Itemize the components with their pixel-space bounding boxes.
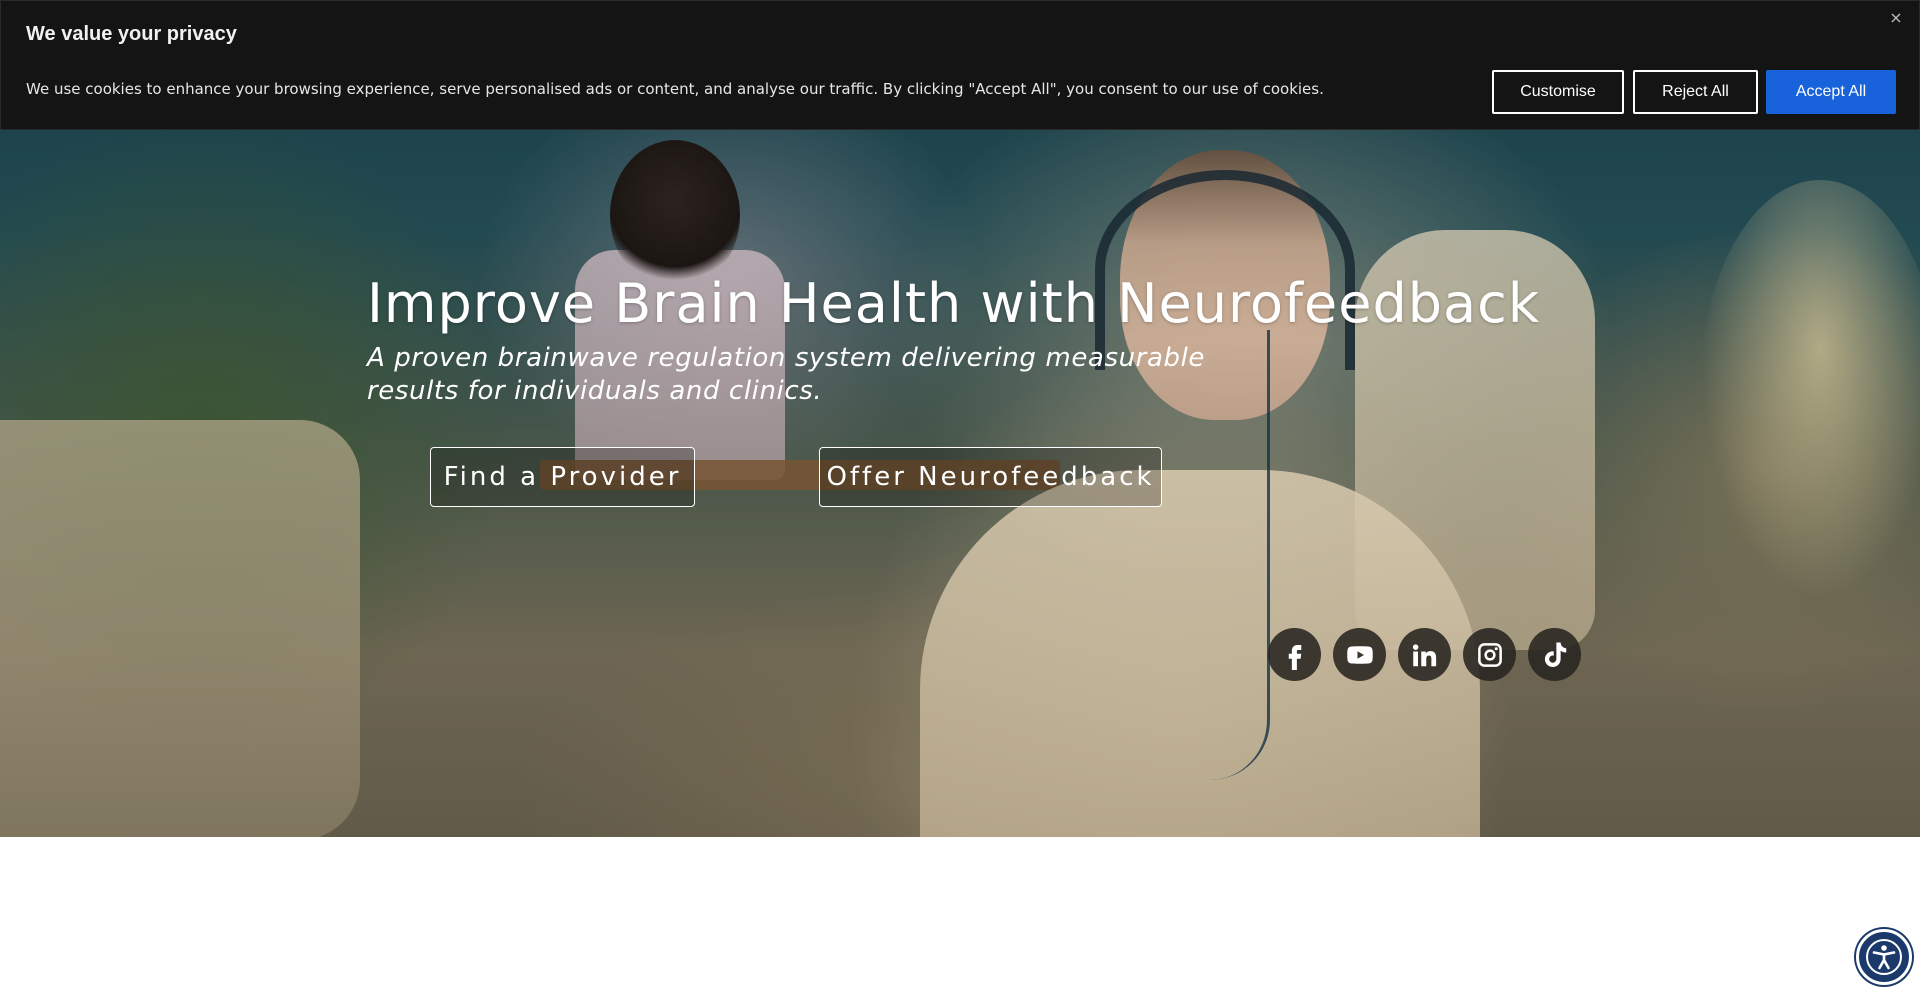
instagram-icon — [1477, 642, 1502, 667]
tiktok-link[interactable] — [1528, 628, 1581, 681]
hero-subtitle: A proven brainwave regulation system del… — [367, 343, 1206, 406]
facebook-icon — [1288, 644, 1301, 670]
hero-title: Improve Brain Health with Neurofeedback — [367, 272, 1541, 335]
cookie-title: We value your privacy — [26, 23, 237, 45]
customise-button[interactable]: Customise — [1492, 70, 1624, 114]
accept-all-button[interactable]: Accept All — [1766, 70, 1896, 114]
social-links — [1268, 628, 1581, 681]
armchair — [0, 420, 360, 837]
cookie-description: We use cookies to enhance your browsing … — [26, 80, 1324, 98]
close-icon[interactable]: × — [1887, 9, 1905, 27]
youtube-icon — [1346, 645, 1373, 664]
instagram-link[interactable] — [1463, 628, 1516, 681]
background-person-head — [610, 140, 740, 290]
reject-all-button[interactable]: Reject All — [1633, 70, 1758, 114]
accessibility-icon — [1866, 939, 1902, 975]
youtube-link[interactable] — [1333, 628, 1386, 681]
tiktok-icon — [1544, 642, 1566, 667]
accessibility-button[interactable] — [1856, 929, 1912, 985]
linkedin-icon — [1412, 643, 1436, 666]
linkedin-link[interactable] — [1398, 628, 1451, 681]
facebook-link[interactable] — [1268, 628, 1321, 681]
offer-neurofeedback-button[interactable]: Offer Neurofeedback — [819, 447, 1162, 507]
hero-content: Improve Brain Health with Neurofeedback … — [367, 272, 1567, 408]
cookie-banner: We value your privacy We use cookies to … — [0, 0, 1920, 130]
background-plant — [1700, 180, 1920, 600]
find-provider-button[interactable]: Find a Provider — [430, 447, 695, 507]
